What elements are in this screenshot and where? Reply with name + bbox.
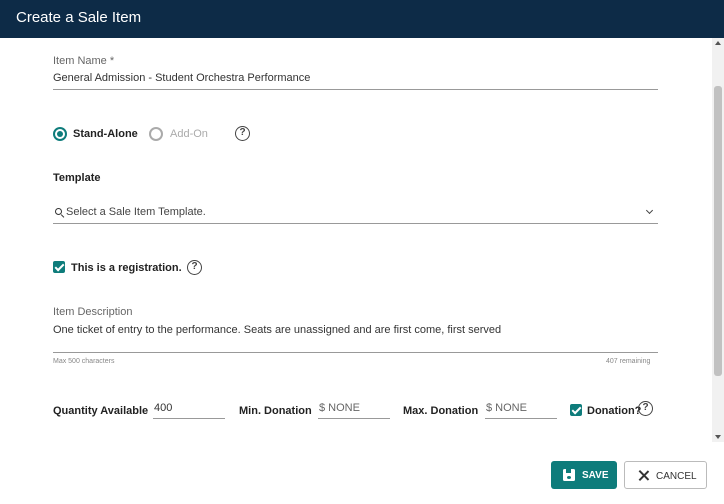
item-name-label: Item Name *: [53, 55, 115, 67]
description-max-hint: Max 500 characters: [53, 358, 115, 365]
cancel-button[interactable]: CANCEL: [624, 461, 707, 489]
cancel-button-label: CANCEL: [656, 471, 697, 482]
scroll-down-icon[interactable]: [715, 435, 721, 439]
registration-checkbox[interactable]: [53, 261, 65, 273]
save-button[interactable]: SAVE: [551, 461, 617, 489]
max-donation-underline: [485, 418, 557, 419]
description-label: Item Description: [53, 306, 133, 318]
scroll-up-icon[interactable]: [715, 41, 721, 45]
template-heading: Template: [53, 172, 101, 184]
close-icon: [638, 470, 649, 481]
item-name-input[interactable]: General Admission - Student Orchestra Pe…: [53, 72, 310, 84]
quantity-input[interactable]: 400: [154, 402, 172, 414]
min-donation-underline: [318, 418, 390, 419]
registration-label[interactable]: This is a registration.: [71, 262, 182, 274]
add-on-radio[interactable]: [149, 127, 163, 141]
dialog-body: Item Name * General Admission - Student …: [0, 38, 712, 442]
add-on-label[interactable]: Add-On: [170, 128, 208, 140]
dialog-title: Create a Sale Item: [16, 9, 142, 26]
registration-help-icon[interactable]: ?: [187, 260, 202, 275]
max-donation-label: Max. Donation: [403, 405, 479, 417]
min-donation-input[interactable]: $ NONE: [319, 402, 360, 414]
max-donation-input[interactable]: $ NONE: [486, 402, 527, 414]
item-type-help-icon[interactable]: ?: [235, 126, 250, 141]
dialog-header: Create a Sale Item: [0, 0, 724, 38]
description-textarea[interactable]: One ticket of entry to the performance. …: [53, 324, 501, 336]
stand-alone-label[interactable]: Stand-Alone: [73, 128, 138, 140]
donation-checkbox[interactable]: [570, 404, 582, 416]
search-icon: [55, 208, 65, 219]
save-icon: [563, 469, 575, 481]
description-remaining: 407 remaining: [606, 358, 651, 365]
description-underline: [53, 352, 658, 353]
quantity-label: Quantity Available: [53, 405, 149, 417]
stand-alone-radio[interactable]: [53, 127, 67, 141]
scrollbar-thumb[interactable]: [714, 86, 722, 376]
save-button-label: SAVE: [582, 470, 609, 481]
template-underline: [53, 223, 658, 224]
donation-label[interactable]: Donation?: [587, 405, 641, 417]
min-donation-label: Min. Donation: [239, 405, 312, 417]
quantity-underline: [153, 418, 225, 419]
chevron-down-icon[interactable]: [645, 206, 654, 215]
item-name-underline: [53, 89, 658, 90]
scrollbar[interactable]: [712, 38, 724, 442]
donation-help-icon[interactable]: ?: [638, 401, 653, 416]
template-search-input[interactable]: Select a Sale Item Template.: [66, 206, 206, 218]
